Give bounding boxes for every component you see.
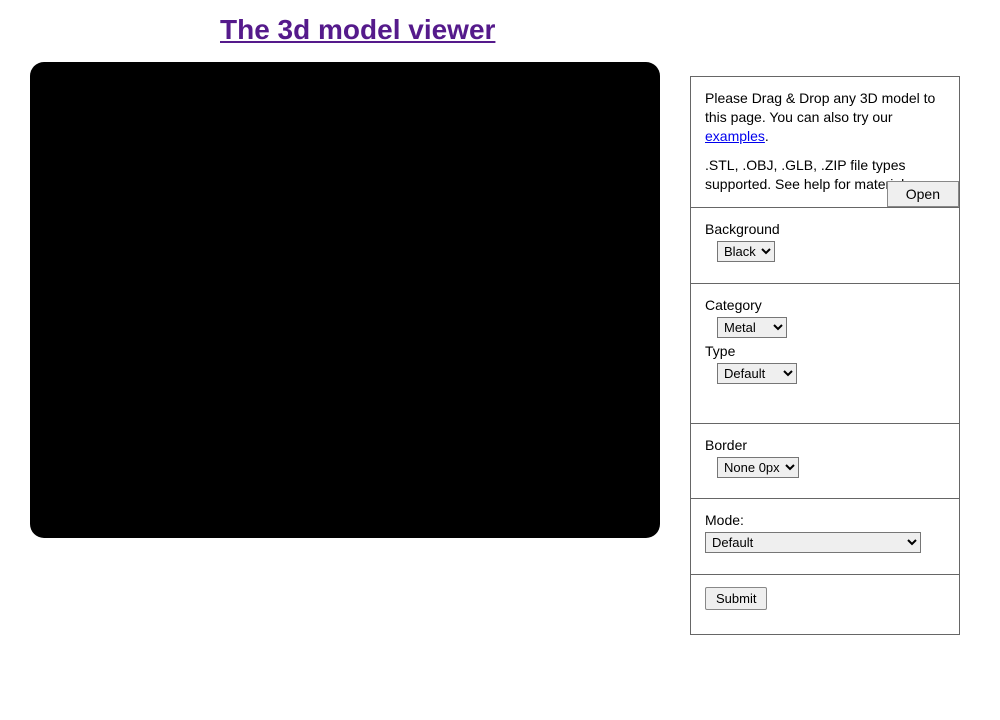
intro-text-1-suffix: . xyxy=(765,128,769,144)
intro-text-1: Please Drag & Drop any 3D model to this … xyxy=(705,90,935,125)
background-label: Background xyxy=(705,220,945,239)
panel-intro: Please Drag & Drop any 3D model to this … xyxy=(691,77,959,208)
border-label: Border xyxy=(705,436,945,455)
model-viewport[interactable] xyxy=(30,62,660,538)
submit-button[interactable]: Submit xyxy=(705,587,767,610)
settings-sidebar: Please Drag & Drop any 3D model to this … xyxy=(690,76,960,635)
examples-link[interactable]: examples xyxy=(705,128,765,144)
type-select[interactable]: Default xyxy=(717,363,797,384)
panel-category-type: Category Metal Type Default xyxy=(691,284,959,424)
page-title-link[interactable]: The 3d model viewer xyxy=(220,14,495,46)
category-label: Category xyxy=(705,296,945,315)
panel-mode: Mode: Default xyxy=(691,499,959,575)
background-select[interactable]: Black xyxy=(717,241,775,262)
panel-border: Border None 0px xyxy=(691,424,959,499)
category-select[interactable]: Metal xyxy=(717,317,787,338)
panel-background: Background Black xyxy=(691,208,959,284)
panel-submit: Submit xyxy=(691,575,959,635)
type-label: Type xyxy=(705,342,945,361)
open-button[interactable]: Open xyxy=(887,181,959,207)
mode-label: Mode: xyxy=(705,511,945,530)
border-select[interactable]: None 0px xyxy=(717,457,799,478)
mode-select[interactable]: Default xyxy=(705,532,921,553)
